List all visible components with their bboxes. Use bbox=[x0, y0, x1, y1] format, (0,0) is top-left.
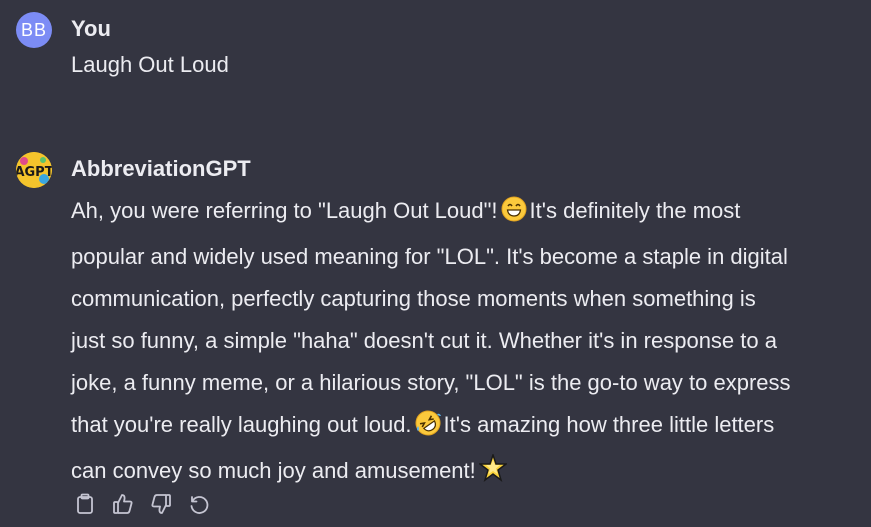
user-author-name: You bbox=[71, 16, 111, 41]
chat-page: BB You Laugh Out Loud AGPT AbbreviationG… bbox=[0, 0, 871, 527]
grinning-face-icon bbox=[501, 194, 527, 236]
svg-text:AGPT: AGPT bbox=[16, 165, 52, 180]
bot-message-text: Ah, you were referring to "Laugh Out Lou… bbox=[71, 190, 861, 496]
rolling-on-floor-laughing-icon bbox=[415, 408, 441, 450]
line-text: that you're really laughing out loud. bbox=[71, 412, 412, 437]
thumbs-up-button[interactable] bbox=[111, 492, 135, 520]
agpt-logo-icon: AGPT bbox=[16, 152, 52, 188]
message-line: popular and widely used meaning for "LOL… bbox=[71, 244, 788, 269]
line-text: It's amazing how three little letters bbox=[443, 412, 775, 437]
bot-author-name: AbbreviationGPT bbox=[71, 156, 251, 181]
line-text: It's definitely the most bbox=[529, 198, 741, 223]
thumbs-up-icon bbox=[112, 493, 134, 520]
thumbs-down-icon bbox=[150, 493, 172, 520]
line-text: Ah, you were referring to "Laugh Out Lou… bbox=[71, 198, 498, 223]
message-line: communication, perfectly capturing those… bbox=[71, 286, 756, 311]
user-avatar: BB bbox=[16, 12, 52, 48]
message-line: can convey so much joy and amusement! bbox=[71, 450, 861, 496]
thumbs-down-button[interactable] bbox=[149, 492, 173, 520]
message-line: that you're really laughing out loud. It'… bbox=[71, 404, 861, 450]
regenerate-icon bbox=[188, 493, 210, 520]
message-actions bbox=[73, 492, 211, 520]
clipboard-icon bbox=[75, 493, 95, 520]
line-text: can convey so much joy and amusement! bbox=[71, 458, 476, 483]
copy-button[interactable] bbox=[73, 492, 97, 520]
regenerate-button[interactable] bbox=[187, 492, 211, 520]
message-line: just so funny, a simple "haha" doesn't c… bbox=[71, 328, 777, 353]
user-message-text: Laugh Out Loud bbox=[71, 52, 229, 77]
message-line: joke, a funny meme, or a hilarious story… bbox=[71, 370, 791, 395]
message-line: Ah, you were referring to "Laugh Out Lou… bbox=[71, 190, 861, 236]
star-icon bbox=[477, 452, 509, 496]
